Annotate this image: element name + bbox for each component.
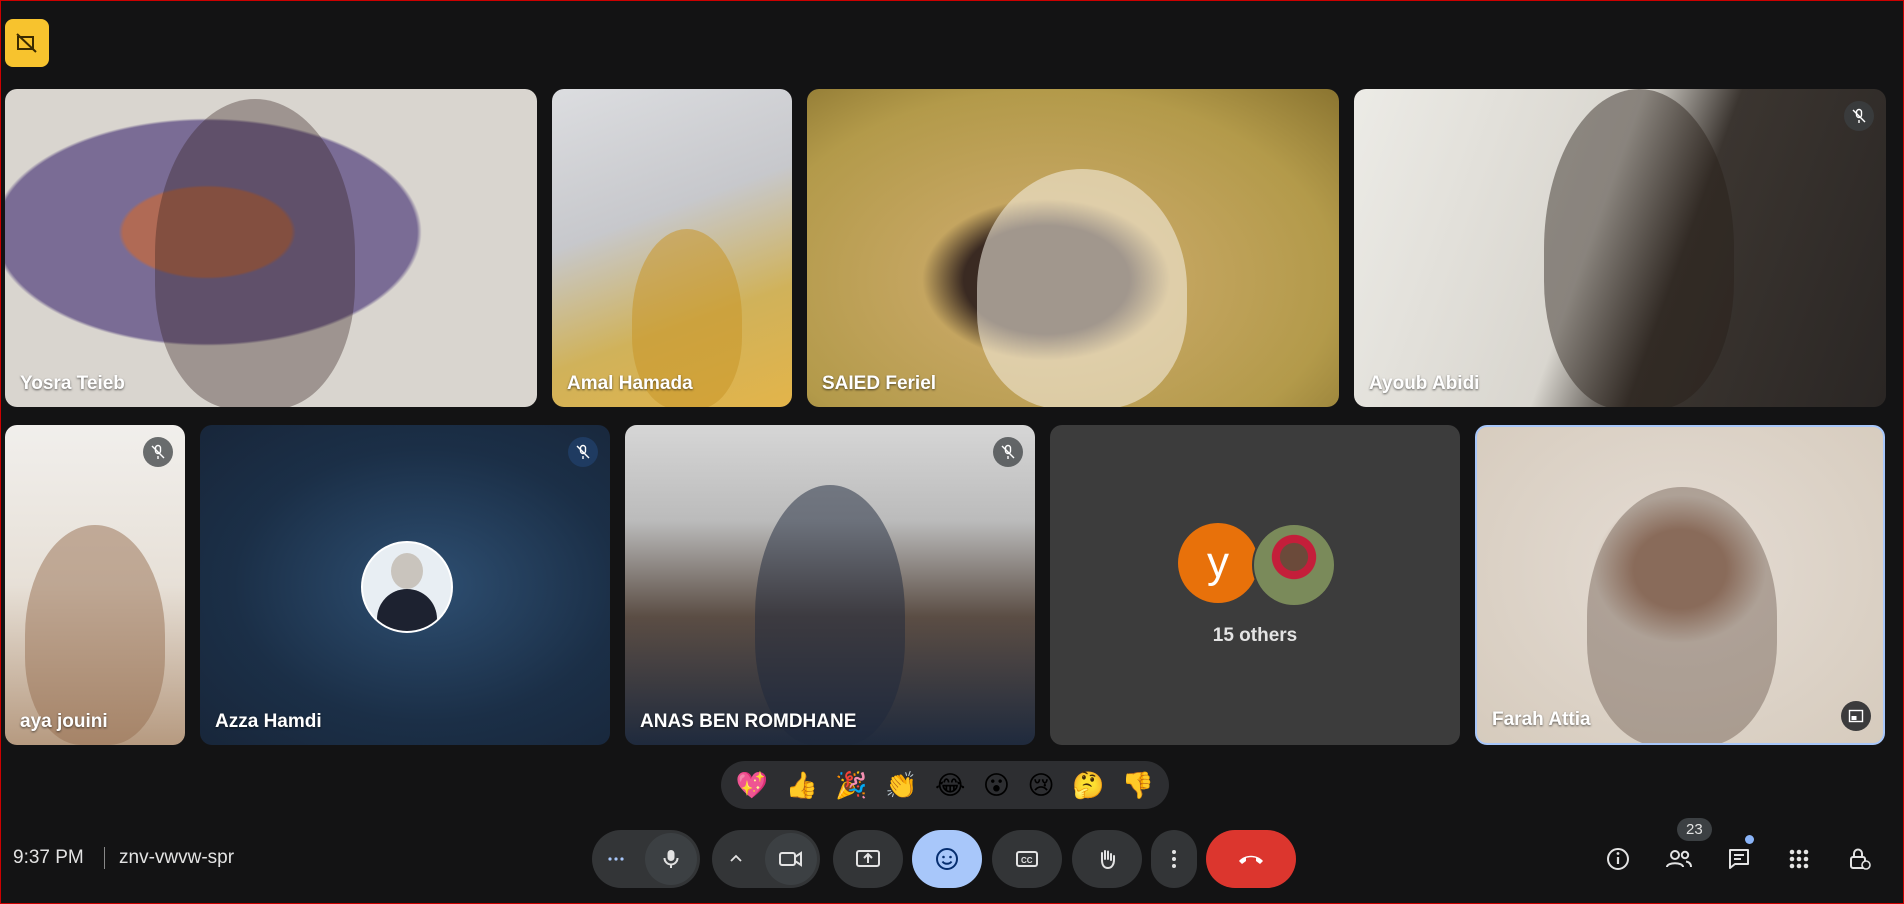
participant-name: Ayoub Abidi bbox=[1369, 373, 1480, 394]
no-recording-icon[interactable] bbox=[5, 19, 49, 67]
activities-icon bbox=[1789, 849, 1809, 869]
mic-off-icon bbox=[143, 437, 173, 467]
reactions-bar: 💖 👍 🎉 👏 😂 😮 😢 🤔 👎 bbox=[721, 761, 1169, 809]
others-count: 15 others bbox=[1212, 625, 1298, 646]
people-icon bbox=[1666, 850, 1692, 868]
participant-tile[interactable]: aya jouini bbox=[5, 425, 185, 745]
reaction-party[interactable]: 🎉 bbox=[835, 772, 867, 798]
participant-tile[interactable]: SAIED Feriel bbox=[807, 89, 1339, 407]
info-icon bbox=[1607, 848, 1629, 870]
reaction-thumbs-down[interactable]: 👎 bbox=[1122, 772, 1154, 798]
camera-icon bbox=[779, 851, 802, 867]
video-feed bbox=[1544, 89, 1734, 407]
video-feed bbox=[155, 99, 355, 407]
participant-name: Yosra Teieb bbox=[20, 373, 125, 394]
reaction-thinking[interactable]: 🤔 bbox=[1072, 772, 1104, 798]
participant-tile[interactable]: Yosra Teieb bbox=[5, 89, 537, 407]
divider bbox=[104, 847, 105, 869]
mic-icon bbox=[663, 850, 679, 868]
others-photo-avatar bbox=[1252, 523, 1336, 607]
participant-tile[interactable]: ANAS BEN ROMDHANE bbox=[625, 425, 1035, 745]
others-tile[interactable]: y 15 others bbox=[1050, 425, 1460, 745]
mic-off-icon bbox=[1844, 101, 1874, 131]
activities-button[interactable] bbox=[1779, 839, 1819, 879]
participant-tile-self[interactable]: Farah Attia bbox=[1475, 425, 1885, 745]
captions-icon: CC bbox=[1016, 851, 1038, 867]
reaction-laugh[interactable]: 😂 bbox=[935, 772, 965, 798]
more-options-button[interactable] bbox=[1151, 830, 1197, 888]
video-feed bbox=[977, 169, 1187, 407]
present-screen-icon bbox=[856, 850, 880, 867]
participant-tile[interactable]: Amal Hamada bbox=[552, 89, 792, 407]
participant-tile[interactable]: Azza Hamdi bbox=[200, 425, 610, 745]
more-vert-icon bbox=[1172, 850, 1176, 868]
host-controls-icon bbox=[1850, 848, 1871, 870]
chevron-up-icon[interactable] bbox=[728, 851, 744, 867]
present-button[interactable] bbox=[833, 830, 903, 888]
chat-notification-dot bbox=[1745, 835, 1754, 844]
meeting-time: 9:37 PM bbox=[13, 847, 84, 868]
reaction-clap[interactable]: 👏 bbox=[885, 772, 917, 798]
mic-off-icon bbox=[568, 437, 598, 467]
participant-tile[interactable]: Ayoub Abidi bbox=[1354, 89, 1886, 407]
raise-hand-button[interactable] bbox=[1072, 830, 1142, 888]
reaction-sad[interactable]: 😢 bbox=[1027, 772, 1054, 798]
leave-call-button[interactable] bbox=[1206, 830, 1296, 888]
camera-button[interactable] bbox=[765, 833, 817, 885]
audio-control-group bbox=[592, 830, 700, 888]
svg-text:CC: CC bbox=[1021, 856, 1033, 865]
mic-off-icon bbox=[993, 437, 1023, 467]
emoji-icon bbox=[936, 848, 958, 870]
others-avatar: y bbox=[1178, 523, 1258, 603]
video-feed bbox=[755, 485, 905, 745]
meeting-code: znv-vwvw-spr bbox=[119, 847, 235, 868]
meet-window: Yosra Teieb Amal Hamada SAIED Feriel Ayo… bbox=[0, 0, 1904, 904]
reaction-surprised[interactable]: 😮 bbox=[983, 772, 1010, 798]
participant-name: Amal Hamada bbox=[567, 373, 693, 394]
avatar bbox=[361, 541, 453, 633]
mic-button[interactable] bbox=[645, 833, 697, 885]
video-feed bbox=[1587, 487, 1777, 743]
raise-hand-icon bbox=[1101, 850, 1115, 870]
participant-name: Azza Hamdi bbox=[215, 711, 322, 732]
participant-name: ANAS BEN ROMDHANE bbox=[640, 711, 857, 732]
reaction-sparkling-heart[interactable]: 💖 bbox=[736, 772, 768, 798]
emoji-button[interactable] bbox=[912, 830, 982, 888]
participant-name: aya jouini bbox=[20, 711, 108, 732]
meeting-details-button[interactable] bbox=[1598, 839, 1638, 879]
chat-icon bbox=[1729, 849, 1749, 869]
chat-button[interactable] bbox=[1719, 839, 1759, 879]
captions-button[interactable]: CC bbox=[992, 830, 1062, 888]
picture-in-picture-icon[interactable] bbox=[1841, 701, 1871, 731]
video-control-group bbox=[712, 830, 820, 888]
people-count-badge: 23 bbox=[1677, 818, 1712, 841]
people-button[interactable] bbox=[1659, 839, 1699, 879]
host-controls-button[interactable] bbox=[1839, 839, 1879, 879]
end-call-icon bbox=[1239, 855, 1263, 864]
audio-options-icon[interactable] bbox=[606, 849, 626, 869]
participant-name: SAIED Feriel bbox=[822, 373, 937, 394]
participant-name: Farah Attia bbox=[1492, 709, 1591, 730]
reaction-thumbs-up[interactable]: 👍 bbox=[786, 772, 818, 798]
